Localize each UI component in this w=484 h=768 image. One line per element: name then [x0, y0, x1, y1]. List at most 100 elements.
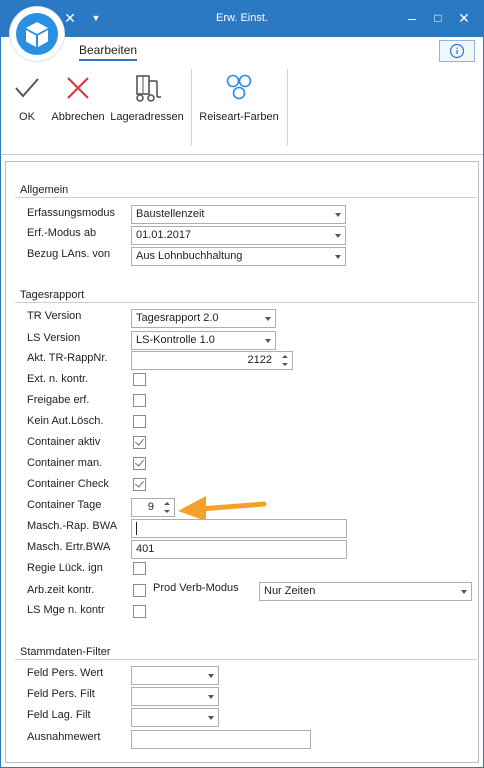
title-bar: ✕ ▼ Erw. Einst. – □ ✕: [1, 1, 483, 37]
text-cursor: [136, 522, 137, 535]
checkmark-icon: [15, 78, 39, 98]
travel-type-colors-button[interactable]: Reiseart-Farben: [197, 71, 281, 123]
spin-up-icon[interactable]: [164, 502, 170, 505]
ls-version-label: LS Version: [27, 332, 81, 344]
checkmark-icon: [135, 457, 144, 467]
storage-addresses-button[interactable]: Lageradressen: [110, 71, 184, 123]
regie-checkbox[interactable]: [133, 562, 146, 575]
ok-button[interactable]: OK: [7, 71, 47, 123]
container-tage-label: Container Tage: [27, 499, 102, 511]
container-check-checkbox[interactable]: [133, 478, 146, 491]
bezug-label: Bezug LAns. von: [27, 248, 111, 260]
container-check-label: Container Check: [27, 478, 109, 490]
settings-panel: Allgemein Erfassungsmodus Baustellenzeit…: [5, 161, 479, 763]
chevron-down-icon: [265, 317, 271, 321]
chevron-down-icon: [461, 590, 467, 594]
cube-icon: [16, 13, 58, 55]
color-circles-icon: [226, 74, 252, 100]
feld-pers-filt-select[interactable]: [131, 687, 219, 706]
cancel-button[interactable]: Abbrechen: [51, 71, 105, 123]
ls-version-select[interactable]: LS-Kontrolle 1.0: [131, 331, 276, 350]
feld-pers-wert-select[interactable]: [131, 666, 219, 685]
arbzeit-label: Arb.zeit kontr.: [27, 584, 95, 596]
cancel-label: Abbrechen: [51, 111, 105, 123]
ribbon-separator: [191, 69, 192, 145]
bezug-value: Aus Lohnbuchhaltung: [136, 250, 243, 262]
info-button[interactable]: [439, 40, 475, 62]
ok-label: OK: [19, 111, 35, 123]
bezug-select[interactable]: Aus Lohnbuchhaltung: [131, 247, 346, 266]
maximize-button[interactable]: □: [427, 7, 449, 29]
ribbon: OK Abbrechen Lageradressen Reiseart-Farb…: [1, 65, 483, 155]
masch-ertr-value: 401: [136, 543, 155, 555]
close-button[interactable]: ✕: [453, 7, 475, 29]
storage-addresses-label: Lageradressen: [110, 111, 184, 123]
ribbon-tab-bar: Bearbeiten: [1, 37, 483, 65]
checkmark-icon: [135, 436, 144, 446]
chevron-down-icon: [208, 674, 214, 678]
tr-version-label: TR Version: [27, 310, 82, 322]
arbzeit-checkbox[interactable]: [133, 584, 146, 597]
tr-version-select[interactable]: Tagesrapport 2.0: [131, 309, 276, 328]
chevron-down-icon: [335, 234, 341, 238]
settings-window: ✕ ▼ Erw. Einst. – □ ✕ Bearbeiten OK Abbr…: [0, 0, 484, 768]
group-title-stammdaten: Stammdaten-Filter: [20, 646, 111, 658]
group-separator: [15, 659, 477, 660]
regie-label: Regie Lück. ign: [27, 562, 103, 574]
app-logo: [10, 7, 64, 61]
chevron-down-icon: [265, 339, 271, 343]
group-title-tagesrapport: Tagesrapport: [20, 289, 85, 301]
chevron-down-icon: [335, 213, 341, 217]
masch-rap-input[interactable]: [131, 519, 347, 538]
forklift-icon: [136, 75, 161, 102]
prod-label: Prod Verb-Modus: [153, 582, 239, 594]
freigabe-label: Freigabe erf.: [27, 394, 90, 406]
akt-tr-label: Akt. TR-RappNr.: [27, 352, 108, 364]
container-man-checkbox[interactable]: [133, 457, 146, 470]
group-separator: [15, 302, 477, 303]
container-tage-value: 9: [147, 501, 154, 513]
group-title-allgemein: Allgemein: [20, 184, 69, 196]
annotation-arrow-icon: [178, 496, 267, 521]
spin-up-icon[interactable]: [282, 355, 288, 358]
feld-pers-filt-label: Feld Pers. Filt: [27, 688, 95, 700]
erfassungsmodus-label: Erfassungsmodus: [27, 207, 116, 219]
ribbon-separator: [287, 69, 288, 145]
akt-tr-value: 2122: [247, 354, 272, 366]
ext-checkbox[interactable]: [133, 373, 146, 386]
minimize-button[interactable]: –: [401, 7, 423, 29]
feld-lag-filt-label: Feld Lag. Filt: [27, 709, 91, 721]
ext-label: Ext. n. kontr.: [27, 373, 89, 385]
erf-modus-ab-value: 01.01.2017: [136, 229, 192, 241]
erfassungsmodus-value: Baustellenzeit: [136, 208, 205, 220]
container-tage-spinner[interactable]: 9: [131, 498, 175, 517]
prod-select[interactable]: Nur Zeiten: [259, 582, 472, 601]
ausnahmewert-label: Ausnahmewert: [27, 731, 101, 743]
erfassungsmodus-select[interactable]: Baustellenzeit: [131, 205, 346, 224]
container-aktiv-label: Container aktiv: [27, 436, 101, 448]
chevron-down-icon: [208, 695, 214, 699]
kein-checkbox[interactable]: [133, 415, 146, 428]
freigabe-checkbox[interactable]: [133, 394, 146, 407]
masch-ertr-input[interactable]: 401: [131, 540, 347, 559]
ls-mge-checkbox[interactable]: [133, 605, 146, 618]
group-separator: [15, 197, 477, 198]
ls-mge-label: LS Mge n. kontr: [27, 604, 105, 616]
tr-version-value: Tagesrapport 2.0: [136, 312, 219, 324]
prod-value: Nur Zeiten: [264, 585, 316, 597]
feld-lag-filt-select[interactable]: [131, 708, 219, 727]
akt-tr-spinner[interactable]: 2122: [131, 351, 293, 370]
spin-down-icon[interactable]: [164, 510, 170, 513]
container-aktiv-checkbox[interactable]: [133, 436, 146, 449]
travel-type-colors-label: Reiseart-Farben: [199, 111, 279, 123]
spin-down-icon[interactable]: [282, 363, 288, 366]
tab-bearbeiten[interactable]: Bearbeiten: [79, 43, 138, 61]
feld-pers-wert-label: Feld Pers. Wert: [27, 667, 104, 679]
erf-modus-ab-date[interactable]: 01.01.2017: [131, 226, 346, 245]
cancel-x-icon: [67, 77, 89, 99]
masch-rap-label: Masch.-Rap. BWA: [27, 520, 118, 532]
erf-modus-ab-label: Erf.-Modus ab: [27, 227, 97, 239]
chevron-down-icon: [208, 716, 214, 720]
container-man-label: Container man.: [27, 457, 103, 469]
ausnahmewert-input[interactable]: [131, 730, 311, 749]
